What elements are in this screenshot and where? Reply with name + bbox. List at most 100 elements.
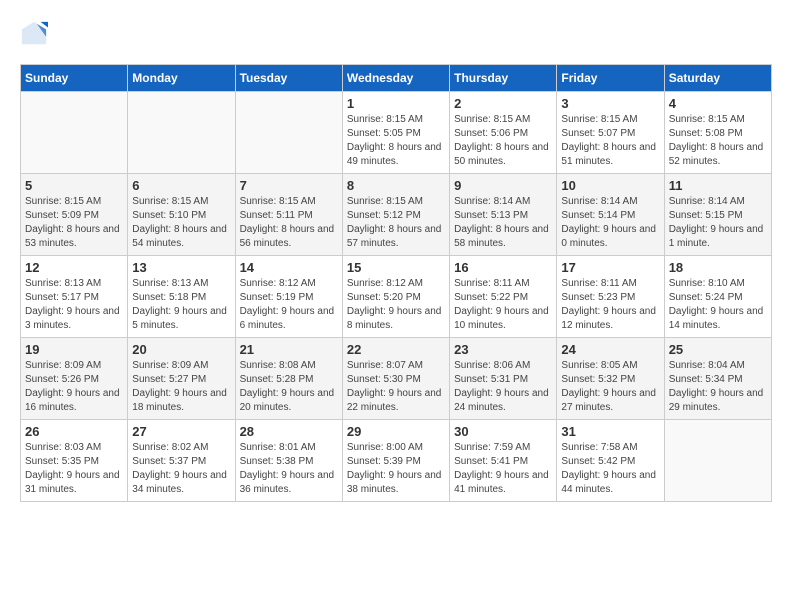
day-detail: Sunrise: 8:02 AM Sunset: 5:37 PM Dayligh…: [132, 441, 230, 497]
day-number: 23: [454, 342, 552, 357]
calendar-cell: 5 Sunrise: 8:15 AM Sunset: 5:09 PM Daylig…: [21, 174, 128, 256]
calendar-cell: 13Sunrise: 8:13 AM Sunset: 5:18 PM Dayli…: [128, 256, 235, 338]
day-detail: Sunrise: 8:15 AM Sunset: 5:09 PM Dayligh…: [25, 195, 123, 251]
calendar-cell: [664, 420, 771, 502]
day-number: 15: [347, 260, 445, 275]
calendar-cell: 12 Sunrise: 8:13 AM Sunset: 5:17 PM Dayli…: [21, 256, 128, 338]
calendar-cell: 22 Sunrise: 8:07 AM Sunset: 5:30 PM Dayli…: [342, 338, 449, 420]
day-detail: Sunrise: 8:15 AM Sunset: 5:10 PM Dayligh…: [132, 195, 230, 251]
calendar-week-row: 12 Sunrise: 8:13 AM Sunset: 5:17 PM Dayli…: [21, 256, 772, 338]
day-number: 31: [561, 424, 659, 439]
weekday-header: Wednesday: [342, 65, 449, 92]
day-number: 14: [240, 260, 338, 275]
calendar-cell: 16 Sunrise: 8:11 AM Sunset: 5:22 PM Dayli…: [450, 256, 557, 338]
day-number: 30: [454, 424, 552, 439]
day-number: 1: [347, 96, 445, 111]
day-detail: Sunrise: 8:11 AM Sunset: 5:23 PM Dayligh…: [561, 277, 659, 333]
calendar-cell: [235, 92, 342, 174]
day-detail: Sunrise: 8:12 AM Sunset: 5:20 PM Dayligh…: [347, 277, 445, 333]
day-detail: Sunrise: 8:15 AM Sunset: 5:05 PM Dayligh…: [347, 113, 445, 169]
day-number: 27: [132, 424, 230, 439]
day-detail: Sunrise: 8:15 AM Sunset: 5:06 PM Dayligh…: [454, 113, 552, 169]
calendar-cell: 4 Sunrise: 8:15 AM Sunset: 5:08 PM Daylig…: [664, 92, 771, 174]
day-number: 26: [25, 424, 123, 439]
weekday-header: Friday: [557, 65, 664, 92]
day-number: 2: [454, 96, 552, 111]
weekday-header: Tuesday: [235, 65, 342, 92]
calendar-cell: 27 Sunrise: 8:02 AM Sunset: 5:37 PM Dayli…: [128, 420, 235, 502]
day-number: 11: [669, 178, 767, 193]
day-detail: Sunrise: 8:06 AM Sunset: 5:31 PM Dayligh…: [454, 359, 552, 415]
day-detail: Sunrise: 8:13 AM Sunset: 5:18 PM Dayligh…: [132, 277, 230, 333]
day-detail: Sunrise: 7:58 AM Sunset: 5:42 PM Dayligh…: [561, 441, 659, 497]
day-number: 18: [669, 260, 767, 275]
day-number: 5: [25, 178, 123, 193]
weekday-header: Monday: [128, 65, 235, 92]
day-number: 22: [347, 342, 445, 357]
logo: [20, 20, 54, 48]
calendar-cell: 31 Sunrise: 7:58 AM Sunset: 5:42 PM Dayli…: [557, 420, 664, 502]
day-detail: Sunrise: 8:12 AM Sunset: 5:19 PM Dayligh…: [240, 277, 338, 333]
calendar-cell: 20 Sunrise: 8:09 AM Sunset: 5:27 PM Dayli…: [128, 338, 235, 420]
day-number: 10: [561, 178, 659, 193]
day-detail: Sunrise: 8:11 AM Sunset: 5:22 PM Dayligh…: [454, 277, 552, 333]
weekday-header: Sunday: [21, 65, 128, 92]
weekday-header-row: SundayMondayTuesdayWednesdayThursdayFrid…: [21, 65, 772, 92]
day-number: 29: [347, 424, 445, 439]
calendar-cell: 1 Sunrise: 8:15 AM Sunset: 5:05 PM Daylig…: [342, 92, 449, 174]
day-detail: Sunrise: 8:08 AM Sunset: 5:28 PM Dayligh…: [240, 359, 338, 415]
day-number: 17: [561, 260, 659, 275]
calendar-cell: 9 Sunrise: 8:14 AM Sunset: 5:13 PM Daylig…: [450, 174, 557, 256]
day-detail: Sunrise: 8:15 AM Sunset: 5:11 PM Dayligh…: [240, 195, 338, 251]
day-number: 4: [669, 96, 767, 111]
day-number: 28: [240, 424, 338, 439]
calendar-cell: 17 Sunrise: 8:11 AM Sunset: 5:23 PM Dayli…: [557, 256, 664, 338]
day-number: 12: [25, 260, 123, 275]
day-number: 20: [132, 342, 230, 357]
calendar-week-row: 5 Sunrise: 8:15 AM Sunset: 5:09 PM Daylig…: [21, 174, 772, 256]
logo-icon: [20, 20, 48, 48]
day-detail: Sunrise: 8:04 AM Sunset: 5:34 PM Dayligh…: [669, 359, 767, 415]
calendar-cell: 10Sunrise: 8:14 AM Sunset: 5:14 PM Dayli…: [557, 174, 664, 256]
day-detail: Sunrise: 8:01 AM Sunset: 5:38 PM Dayligh…: [240, 441, 338, 497]
calendar-cell: 23 Sunrise: 8:06 AM Sunset: 5:31 PM Dayli…: [450, 338, 557, 420]
calendar-week-row: 19Sunrise: 8:09 AM Sunset: 5:26 PM Dayli…: [21, 338, 772, 420]
calendar-cell: 21Sunrise: 8:08 AM Sunset: 5:28 PM Dayli…: [235, 338, 342, 420]
calendar-week-row: 26 Sunrise: 8:03 AM Sunset: 5:35 PM Dayli…: [21, 420, 772, 502]
page-header: [20, 20, 772, 48]
day-number: 25: [669, 342, 767, 357]
calendar-week-row: 1 Sunrise: 8:15 AM Sunset: 5:05 PM Daylig…: [21, 92, 772, 174]
calendar-cell: 8 Sunrise: 8:15 AM Sunset: 5:12 PM Daylig…: [342, 174, 449, 256]
day-number: 6: [132, 178, 230, 193]
day-detail: Sunrise: 8:14 AM Sunset: 5:13 PM Dayligh…: [454, 195, 552, 251]
day-detail: Sunrise: 8:07 AM Sunset: 5:30 PM Dayligh…: [347, 359, 445, 415]
day-detail: Sunrise: 8:14 AM Sunset: 5:15 PM Dayligh…: [669, 195, 767, 251]
calendar-cell: 29 Sunrise: 8:00 AM Sunset: 5:39 PM Dayli…: [342, 420, 449, 502]
day-number: 9: [454, 178, 552, 193]
calendar-cell: 11 Sunrise: 8:14 AM Sunset: 5:15 PM Dayli…: [664, 174, 771, 256]
calendar-cell: 2 Sunrise: 8:15 AM Sunset: 5:06 PM Daylig…: [450, 92, 557, 174]
calendar-cell: 15 Sunrise: 8:12 AM Sunset: 5:20 PM Dayli…: [342, 256, 449, 338]
day-number: 7: [240, 178, 338, 193]
day-number: 3: [561, 96, 659, 111]
day-detail: Sunrise: 8:15 AM Sunset: 5:08 PM Dayligh…: [669, 113, 767, 169]
calendar-cell: 3Sunrise: 8:15 AM Sunset: 5:07 PM Daylig…: [557, 92, 664, 174]
calendar-cell: 25 Sunrise: 8:04 AM Sunset: 5:34 PM Dayli…: [664, 338, 771, 420]
calendar-cell: 14 Sunrise: 8:12 AM Sunset: 5:19 PM Dayli…: [235, 256, 342, 338]
calendar-cell: 28 Sunrise: 8:01 AM Sunset: 5:38 PM Dayli…: [235, 420, 342, 502]
day-detail: Sunrise: 8:13 AM Sunset: 5:17 PM Dayligh…: [25, 277, 123, 333]
day-detail: Sunrise: 8:00 AM Sunset: 5:39 PM Dayligh…: [347, 441, 445, 497]
calendar-cell: 30 Sunrise: 7:59 AM Sunset: 5:41 PM Dayli…: [450, 420, 557, 502]
day-number: 19: [25, 342, 123, 357]
day-number: 8: [347, 178, 445, 193]
calendar-cell: [128, 92, 235, 174]
day-detail: Sunrise: 7:59 AM Sunset: 5:41 PM Dayligh…: [454, 441, 552, 497]
day-number: 16: [454, 260, 552, 275]
calendar-cell: 26 Sunrise: 8:03 AM Sunset: 5:35 PM Dayli…: [21, 420, 128, 502]
day-detail: Sunrise: 8:15 AM Sunset: 5:12 PM Dayligh…: [347, 195, 445, 251]
day-detail: Sunrise: 8:09 AM Sunset: 5:27 PM Dayligh…: [132, 359, 230, 415]
weekday-header: Saturday: [664, 65, 771, 92]
weekday-header: Thursday: [450, 65, 557, 92]
day-detail: Sunrise: 8:03 AM Sunset: 5:35 PM Dayligh…: [25, 441, 123, 497]
calendar-cell: 18Sunrise: 8:10 AM Sunset: 5:24 PM Dayli…: [664, 256, 771, 338]
